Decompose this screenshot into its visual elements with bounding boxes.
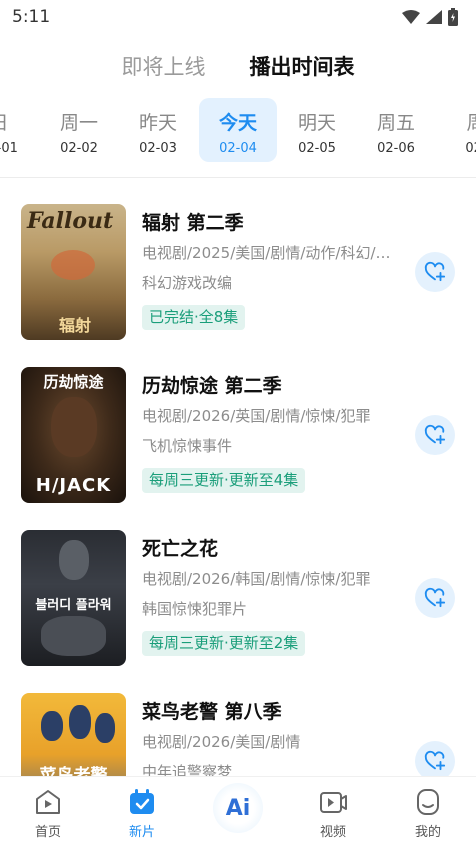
wifi-icon bbox=[402, 10, 420, 24]
date-value: 02-06 bbox=[377, 141, 415, 156]
show-desc: 中年追警察梦 bbox=[142, 763, 233, 776]
home-play-icon bbox=[36, 790, 60, 814]
date-day: 昨天 bbox=[138, 112, 177, 134]
tab-schedule[interactable]: 播出时间表 bbox=[250, 51, 355, 81]
poster-image: 菜鸟老警 bbox=[21, 693, 126, 776]
status-badge: 每周三更新·更新至2集 bbox=[142, 631, 306, 656]
poster-title-text: 블러디 플라워 bbox=[35, 598, 112, 613]
profile-icon bbox=[417, 789, 439, 815]
date-day: 日 bbox=[0, 108, 38, 135]
date-item[interactable]: 周一 02-02 bbox=[40, 98, 118, 162]
date-value: 02- bbox=[465, 141, 476, 156]
date-value: 02-05 bbox=[298, 141, 336, 156]
nav-label: 视频 bbox=[319, 825, 346, 840]
show-meta: 电视剧/2025/美国/剧情/动作/科幻/… bbox=[142, 244, 391, 262]
poster-image: 블러디 플라워 bbox=[21, 530, 126, 666]
signal-icon bbox=[426, 10, 442, 24]
favorite-button[interactable] bbox=[415, 578, 455, 618]
date-day: 周五 bbox=[376, 112, 415, 134]
show-title: 历劫惊途 第二季 bbox=[142, 375, 282, 397]
nav-ai[interactable]: Ai bbox=[200, 783, 276, 833]
show-meta: 电视剧/2026/美国/剧情 bbox=[142, 733, 301, 751]
show-meta: 电视剧/2026/韩国/剧情/惊悚/犯罪 bbox=[142, 570, 371, 588]
show-desc: 飞机惊悚事件 bbox=[142, 437, 233, 455]
poster-subtitle-text: H/JACK bbox=[35, 475, 112, 496]
date-day: 今天 bbox=[218, 112, 257, 134]
list-item[interactable]: 菜鸟老警 菜鸟老警 第八季 电视剧/2026/美国/剧情 中年追警察梦 bbox=[0, 693, 476, 776]
date-item-today[interactable]: 今天 02-04 bbox=[199, 98, 277, 162]
date-day: 周 bbox=[466, 112, 476, 134]
status-icons bbox=[402, 8, 458, 26]
poster-image: Fallout 辐射 bbox=[21, 204, 126, 340]
favorite-button[interactable] bbox=[415, 415, 455, 455]
heart-plus-icon bbox=[424, 750, 446, 771]
ai-label: Ai bbox=[225, 795, 251, 821]
date-item[interactable]: 周五 02-06 bbox=[357, 98, 435, 162]
show-list: Fallout 辐射 辐射 第二季 电视剧/2025/美国/剧情/动作/科幻/…… bbox=[0, 178, 476, 776]
battery-icon bbox=[448, 8, 458, 26]
nav-profile[interactable]: 我的 bbox=[390, 787, 466, 840]
status-badge: 已完结·全8集 bbox=[142, 305, 246, 330]
nav-new[interactable]: 新片 bbox=[104, 787, 180, 840]
nav-label: 我的 bbox=[414, 825, 441, 840]
show-title: 菜鸟老警 第八季 bbox=[142, 701, 282, 723]
video-camera-icon bbox=[320, 792, 347, 813]
heart-plus-icon bbox=[424, 587, 446, 608]
top-tabs: 即将上线 播出时间表 bbox=[0, 48, 476, 84]
poster-title-text: 历劫惊途 bbox=[43, 373, 104, 391]
show-desc: 科幻游戏改编 bbox=[142, 274, 233, 292]
date-value: 02-01 bbox=[0, 141, 18, 156]
show-desc: 韩国惊悚犯罪片 bbox=[142, 600, 248, 618]
nav-home[interactable]: 首页 bbox=[10, 787, 86, 840]
date-value: 02-02 bbox=[60, 141, 98, 156]
date-value: 02-03 bbox=[139, 141, 177, 156]
show-title: 辐射 第二季 bbox=[142, 212, 244, 234]
date-day: 明天 bbox=[297, 112, 336, 134]
nav-label: 新片 bbox=[128, 825, 155, 840]
date-item[interactable]: 日 02-01 bbox=[0, 98, 38, 162]
heart-plus-icon bbox=[424, 261, 446, 282]
date-value: 02-04 bbox=[219, 141, 257, 156]
status-badge: 每周三更新·更新至4集 bbox=[142, 468, 306, 493]
date-day: 周一 bbox=[59, 112, 98, 134]
poster-title-text: Fallout bbox=[27, 208, 114, 234]
list-item[interactable]: 블러디 플라워 死亡之花 电视剧/2026/韩国/剧情/惊悚/犯罪 韩国惊悚犯罪… bbox=[0, 530, 476, 680]
calendar-check-icon bbox=[130, 789, 154, 814]
date-item[interactable]: 昨天 02-03 bbox=[119, 98, 197, 162]
favorite-button[interactable] bbox=[415, 252, 455, 292]
date-strip: 日 02-01 周一 02-02 昨天 02-03 今天 02-04 明天 02… bbox=[0, 96, 476, 166]
favorite-button[interactable] bbox=[415, 741, 455, 776]
poster-subtitle-text: 辐射 bbox=[59, 316, 92, 335]
heart-plus-icon bbox=[424, 424, 446, 445]
nav-label: 首页 bbox=[34, 825, 61, 840]
tab-upcoming[interactable]: 即将上线 bbox=[122, 51, 206, 81]
date-item[interactable]: 明天 02-05 bbox=[278, 98, 356, 162]
status-bar: 5:11 bbox=[0, 0, 476, 34]
bottom-nav: 首页 新片 Ai 视频 我的 bbox=[0, 776, 476, 846]
list-item[interactable]: Fallout 辐射 辐射 第二季 电视剧/2025/美国/剧情/动作/科幻/…… bbox=[0, 204, 476, 354]
ai-icon: Ai bbox=[213, 783, 263, 833]
nav-video[interactable]: 视频 bbox=[295, 787, 371, 840]
show-meta: 电视剧/2026/英国/剧情/惊悚/犯罪 bbox=[142, 407, 371, 425]
poster-title-text: 菜鸟老警 bbox=[39, 766, 108, 776]
list-item[interactable]: 历劫惊途 H/JACK 历劫惊途 第二季 电视剧/2026/英国/剧情/惊悚/犯… bbox=[0, 367, 476, 517]
date-item[interactable]: 周 02- bbox=[437, 98, 476, 162]
poster-image: 历劫惊途 H/JACK bbox=[21, 367, 126, 503]
show-title: 死亡之花 bbox=[142, 538, 219, 560]
status-time: 5:11 bbox=[12, 7, 51, 27]
